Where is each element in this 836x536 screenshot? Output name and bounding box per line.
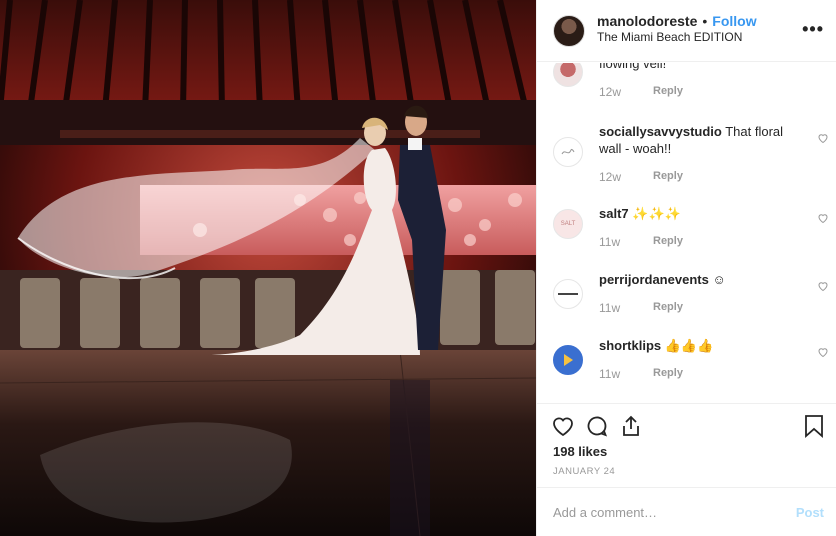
follow-button[interactable]: Follow bbox=[712, 13, 756, 29]
post-date[interactable]: JANUARY 24 bbox=[553, 466, 615, 477]
comment-text: shortklips 👍👍👍 bbox=[599, 337, 809, 354]
like-comment-heart-icon[interactable] bbox=[817, 132, 829, 144]
comment-input[interactable] bbox=[553, 504, 796, 520]
comment-body: flowing veil! 12w Reply bbox=[599, 63, 809, 99]
comment-meta: 11w Reply bbox=[599, 235, 809, 249]
reply-button[interactable]: Reply bbox=[653, 301, 683, 315]
author-avatar[interactable] bbox=[553, 14, 585, 47]
comment-time: 11w bbox=[599, 235, 621, 249]
comment-time: 11w bbox=[599, 301, 621, 315]
comment-text: perrijordanevents ☺ bbox=[599, 271, 809, 288]
like-heart-icon[interactable] bbox=[551, 414, 575, 438]
commenter-username[interactable]: shortklips bbox=[599, 338, 661, 353]
comment-message: 👍👍👍 bbox=[664, 338, 714, 353]
post-photo[interactable] bbox=[0, 0, 536, 536]
header-text: manolodoreste • Follow The Miami Beach E… bbox=[597, 13, 757, 45]
like-comment-heart-icon[interactable] bbox=[817, 212, 829, 224]
commenter-username[interactable]: perrijordanevents bbox=[599, 272, 709, 287]
logo-bar-icon bbox=[558, 293, 578, 295]
comment-body: sociallysavvystudio That floral wall - w… bbox=[599, 123, 809, 184]
action-icons bbox=[551, 414, 653, 438]
comments-list[interactable]: flowing veil! 12w Reply sociallysavvystu… bbox=[537, 63, 836, 403]
like-comment-heart-icon[interactable] bbox=[817, 280, 829, 292]
post-comment-button[interactable]: Post bbox=[796, 505, 824, 520]
author-username[interactable]: manolodoreste bbox=[597, 13, 697, 29]
post-actions: 198 likes JANUARY 24 bbox=[537, 403, 836, 487]
comment-body: salt7 ✨✨✨ 11w Reply bbox=[599, 205, 809, 249]
like-comment-heart-icon[interactable] bbox=[817, 346, 829, 358]
reply-button[interactable]: Reply bbox=[653, 367, 683, 381]
wedding-photo bbox=[0, 0, 536, 536]
instagram-post: manolodoreste • Follow The Miami Beach E… bbox=[0, 0, 836, 536]
post-header: manolodoreste • Follow The Miami Beach E… bbox=[537, 0, 836, 62]
comment-message: ✨✨✨ bbox=[632, 206, 681, 221]
comment-time: 12w bbox=[599, 85, 622, 99]
comment-text: salt7 ✨✨✨ bbox=[599, 205, 809, 222]
comment-meta: 12w Reply bbox=[599, 170, 809, 184]
comment-body: shortklips 👍👍👍 11w Reply bbox=[599, 337, 809, 381]
comment-time: 12w bbox=[599, 170, 622, 184]
play-logo-icon bbox=[564, 354, 573, 366]
signature-logo-icon bbox=[561, 148, 575, 155]
commenter-avatar[interactable] bbox=[553, 345, 583, 375]
commenter-username[interactable]: sociallysavvystudio bbox=[599, 124, 722, 139]
location-link[interactable]: The Miami Beach EDITION bbox=[597, 29, 757, 45]
share-icon[interactable] bbox=[619, 414, 643, 438]
commenter-avatar[interactable] bbox=[553, 63, 583, 87]
reply-button[interactable]: Reply bbox=[653, 170, 683, 184]
add-comment-bar: Post bbox=[537, 487, 836, 536]
comment-meta: 12w Reply bbox=[599, 85, 809, 99]
post-side-panel: manolodoreste • Follow The Miami Beach E… bbox=[536, 0, 836, 536]
bookmark-icon[interactable] bbox=[804, 414, 824, 438]
comment-text: sociallysavvystudio That floral wall - w… bbox=[599, 123, 809, 157]
comment-message: ☺ bbox=[712, 272, 726, 287]
header-line: manolodoreste • Follow bbox=[597, 13, 757, 29]
likes-count[interactable]: 198 likes bbox=[553, 444, 607, 459]
comment-body: perrijordanevents ☺ 11w Reply bbox=[599, 271, 809, 315]
more-options-icon[interactable]: ••• bbox=[802, 20, 824, 38]
commenter-username[interactable]: salt7 bbox=[599, 206, 629, 221]
reply-button[interactable]: Reply bbox=[653, 235, 683, 249]
comment-meta: 11w Reply bbox=[599, 367, 809, 381]
commenter-avatar[interactable] bbox=[553, 137, 583, 167]
separator-dot: • bbox=[702, 12, 708, 29]
comment-meta: 11w Reply bbox=[599, 301, 809, 315]
comment-text: flowing veil! bbox=[599, 63, 667, 71]
comment-time: 11w bbox=[599, 367, 621, 381]
reply-button[interactable]: Reply bbox=[653, 85, 683, 99]
commenter-avatar[interactable]: SALT bbox=[553, 209, 583, 239]
commenter-avatar[interactable] bbox=[553, 279, 583, 309]
comment-bubble-icon[interactable] bbox=[585, 414, 609, 438]
